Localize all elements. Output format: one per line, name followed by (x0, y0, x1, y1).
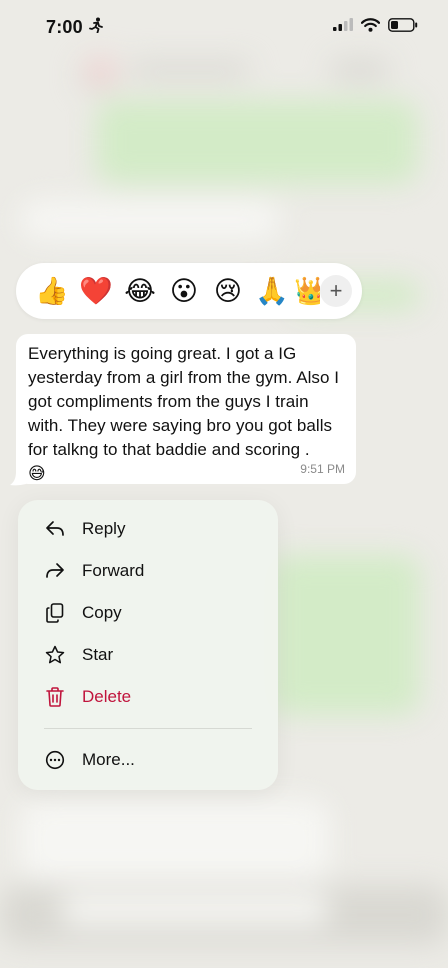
reaction-folded-hands[interactable]: 🙏 (250, 269, 294, 313)
reaction-surprised-face[interactable]: 😮 (162, 269, 206, 313)
forward-label: Forward (82, 561, 145, 580)
reaction-red-heart[interactable]: ❤️ (74, 269, 118, 313)
menu-divider (44, 728, 252, 729)
more-icon (44, 749, 66, 771)
message-timestamp: 9:51 PM (300, 462, 345, 476)
menu-item-copy[interactable]: Copy (18, 592, 278, 634)
menu-item-star[interactable]: Star (18, 634, 278, 676)
star-icon (44, 644, 66, 666)
reply-icon (44, 518, 66, 540)
message-bubble[interactable]: Everything is going great. I got a IG ye… (16, 334, 356, 484)
time-text: 7:00 (46, 16, 83, 37)
more-label: More... (82, 750, 135, 769)
menu-item-forward[interactable]: Forward (18, 550, 278, 592)
wifi-icon (360, 17, 381, 37)
cellular-signal-icon (333, 18, 353, 36)
message-text-block: Everything is going great. I got a IG ye… (28, 342, 346, 486)
star-label: Star (82, 645, 114, 664)
reaction-thumbs-up[interactable]: 👍 (30, 269, 74, 313)
menu-item-delete[interactable]: Delete (18, 676, 278, 718)
reaction-crying-face[interactable]: 😢 (206, 269, 250, 313)
delete-label: Delete (82, 687, 132, 706)
reply-label: Reply (82, 519, 126, 538)
menu-item-more[interactable]: More... (18, 739, 278, 781)
status-bar: 7:00 (0, 0, 448, 54)
copy-icon (44, 602, 66, 624)
message-context-menu: Reply Forward Copy Star Delete More... (18, 500, 278, 790)
reaction-partial-emoji[interactable]: 👑 (294, 269, 320, 313)
forward-icon (44, 560, 66, 582)
menu-item-reply[interactable]: Reply (18, 508, 278, 550)
status-time: 7:00 (46, 17, 103, 38)
reaction-tears-of-joy[interactable]: 😂 (118, 269, 162, 313)
bubble-tail (10, 472, 26, 486)
trash-icon (44, 686, 66, 708)
add-reaction-button[interactable]: + (320, 275, 352, 307)
plus-icon: + (329, 278, 343, 303)
battery-icon (388, 17, 418, 37)
message-text: Everything is going great. I got a IG ye… (28, 344, 340, 459)
reaction-bar: 👍 ❤️ 😂 😮 😢 🙏 👑 + (16, 263, 362, 319)
copy-label: Copy (82, 603, 122, 622)
running-figure-icon (88, 17, 103, 38)
message-emoji: 😅 (28, 464, 46, 484)
